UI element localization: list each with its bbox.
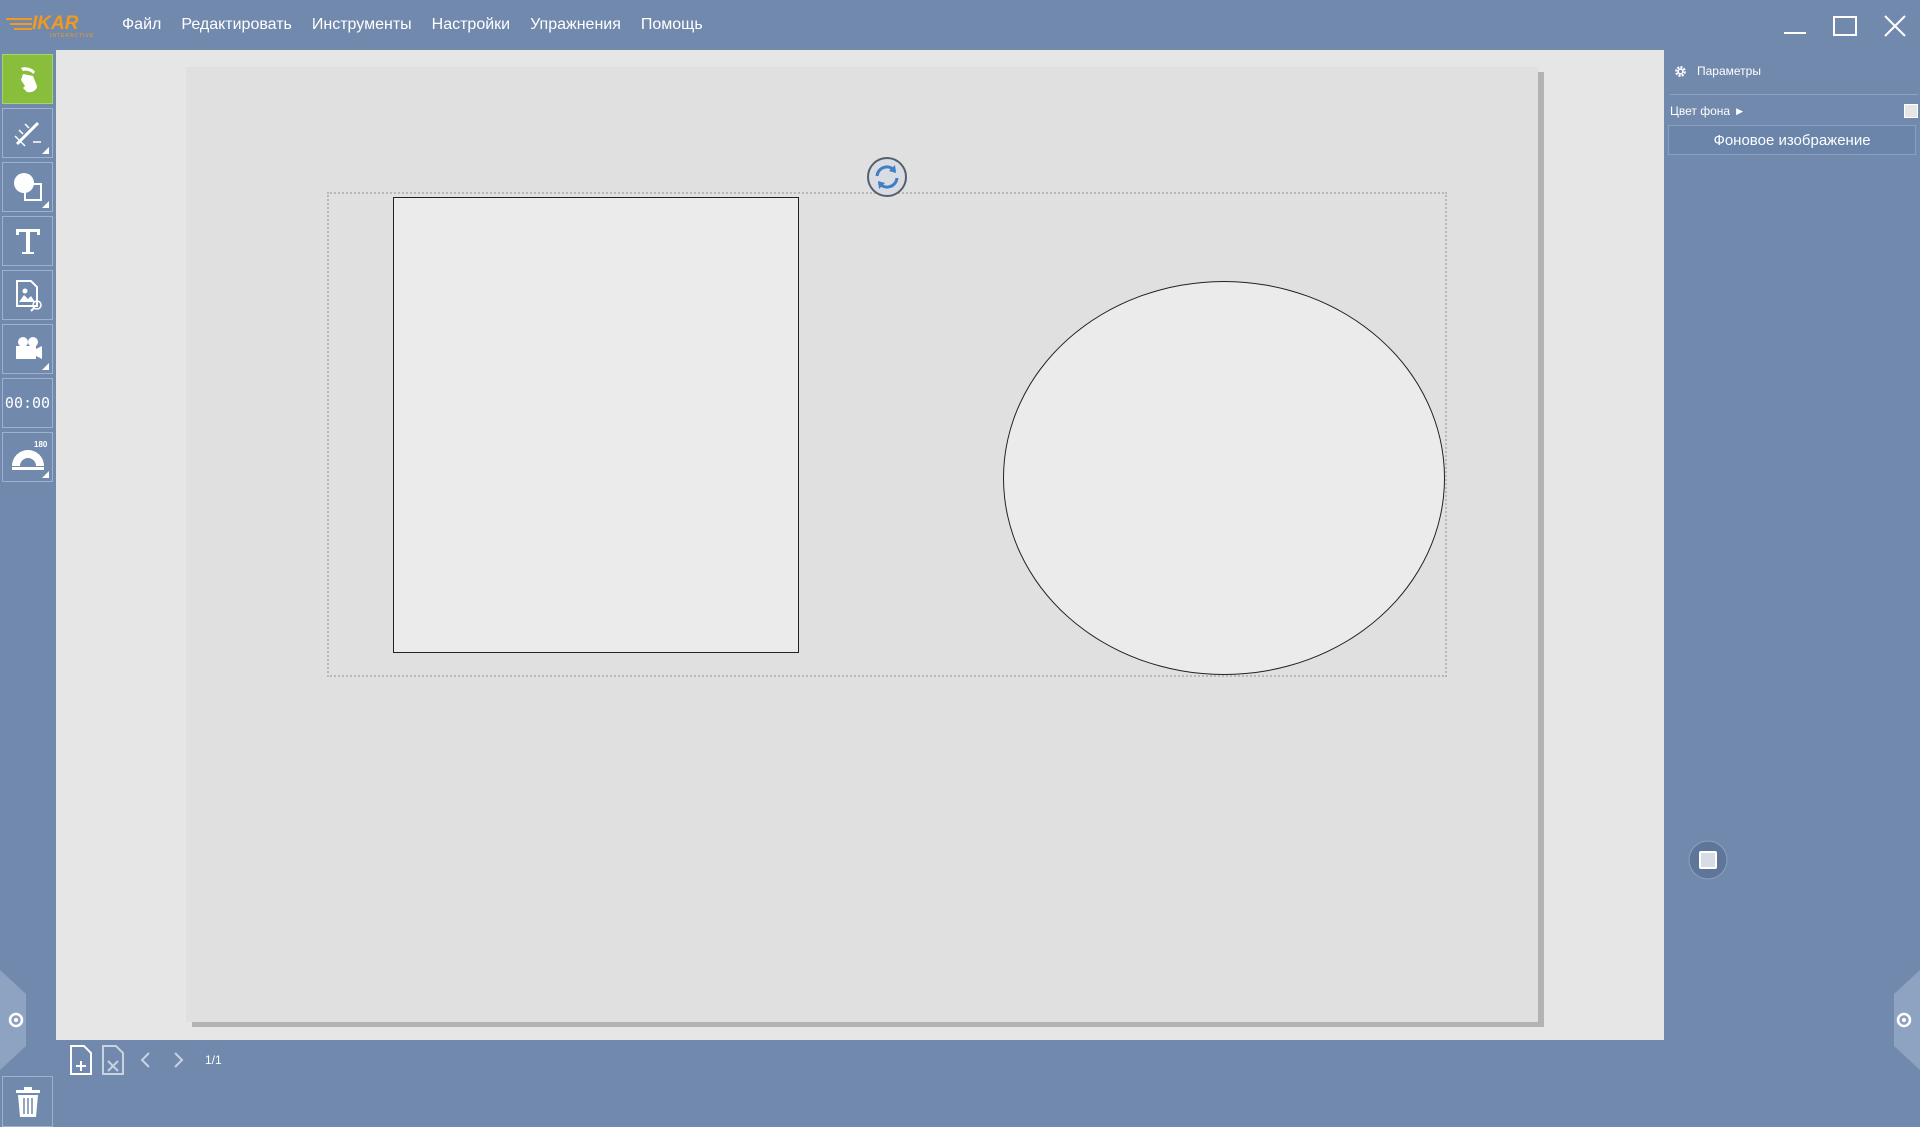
background-color-label: Цвет фона xyxy=(1670,104,1731,118)
panel-divider xyxy=(1670,94,1918,95)
menu-help[interactable]: Помощь xyxy=(631,16,713,34)
submenu-corner-icon xyxy=(42,201,49,208)
menu-file[interactable]: Файл xyxy=(112,16,171,34)
protractor-label: 180 xyxy=(34,440,48,449)
panel-title: Параметры xyxy=(1697,64,1761,78)
maximize-icon[interactable] xyxy=(1832,13,1858,39)
page-counter: 1/1 xyxy=(205,1053,222,1067)
pen-tool-button[interactable] xyxy=(2,108,53,158)
minimize-icon[interactable] xyxy=(1782,13,1808,39)
timer-tool-button[interactable]: 00:00 xyxy=(2,378,53,428)
ellipse-shape[interactable] xyxy=(1003,281,1445,675)
gear-icon xyxy=(1675,65,1686,77)
left-toolbar: 00:00 180 xyxy=(0,50,56,1127)
background-image-button[interactable]: Фоновое изображение xyxy=(1668,125,1916,155)
shapes-tool-button[interactable] xyxy=(2,162,53,212)
bottom-bar xyxy=(56,1040,1664,1080)
add-page-icon[interactable] xyxy=(68,1044,96,1076)
submenu-corner-icon xyxy=(42,363,49,370)
image-search-icon xyxy=(15,280,42,312)
prev-page-icon[interactable] xyxy=(136,1050,156,1070)
text-icon xyxy=(15,229,40,254)
delete-page-icon[interactable] xyxy=(100,1044,128,1076)
submenu-corner-icon xyxy=(42,147,49,154)
rectangle-shape[interactable] xyxy=(393,197,799,653)
next-page-icon[interactable] xyxy=(168,1050,188,1070)
close-icon[interactable] xyxy=(1882,13,1908,39)
hand-pointer-icon xyxy=(20,67,37,93)
menu-tools[interactable]: Инструменты xyxy=(302,16,422,34)
expand-arrow-icon[interactable]: ▶ xyxy=(1736,106,1743,117)
select-tool-button[interactable] xyxy=(2,54,53,104)
menu-settings[interactable]: Настройки xyxy=(422,16,520,34)
delete-button[interactable] xyxy=(2,1076,53,1127)
app-logo: IKAR INTERACTIVE xyxy=(6,12,102,39)
shapes-icon xyxy=(13,173,42,201)
protractor-tool-button[interactable]: 180 xyxy=(2,432,53,482)
submenu-corner-icon xyxy=(42,471,49,478)
camera-icon xyxy=(15,337,42,359)
trash-icon xyxy=(15,1086,40,1117)
text-tool-button[interactable] xyxy=(2,216,53,266)
background-color-swatch[interactable] xyxy=(1904,104,1918,118)
rotate-handle-icon[interactable] xyxy=(866,156,908,198)
menu-exercises[interactable]: Упражнения xyxy=(520,16,631,34)
pencil-ruler-icon xyxy=(13,121,41,147)
timer-label: 00:00 xyxy=(4,394,51,412)
panel-header: Параметры xyxy=(1674,64,1761,78)
video-tool-button[interactable] xyxy=(2,324,53,374)
logo-text: IKAR xyxy=(32,13,79,34)
logo-subtext: INTERACTIVE xyxy=(50,33,95,39)
properties-panel: Параметры Цвет фона ▶ Фоновое изображени… xyxy=(1664,50,1920,1080)
menu-edit[interactable]: Редактировать xyxy=(171,16,302,34)
stop-button[interactable] xyxy=(1688,840,1728,880)
menu-bar: Файл Редактировать Инструменты Настройки… xyxy=(112,0,713,50)
title-bar: IKAR INTERACTIVE Файл Редактировать Инст… xyxy=(0,0,1920,50)
right-settings-tab[interactable] xyxy=(1894,970,1920,1070)
image-tool-button[interactable] xyxy=(2,270,53,320)
left-settings-tab[interactable] xyxy=(0,970,26,1070)
background-color-row[interactable]: Цвет фона ▶ xyxy=(1670,102,1918,120)
